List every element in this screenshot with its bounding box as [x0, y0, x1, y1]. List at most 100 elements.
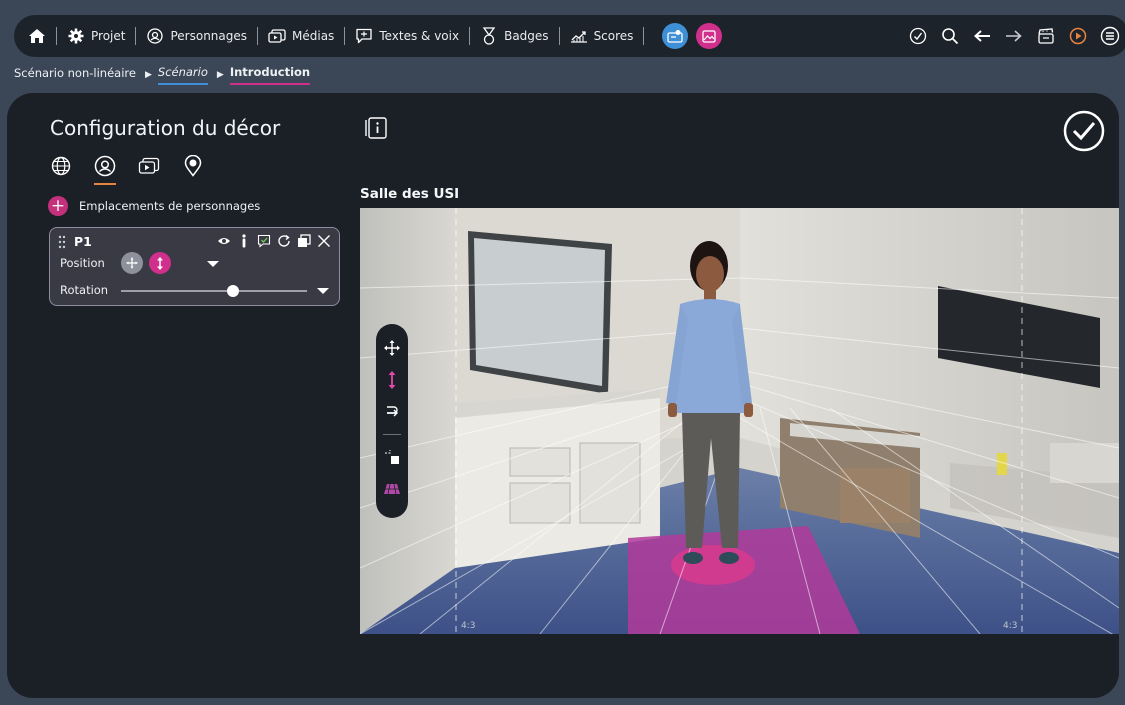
scale-icon: [385, 450, 399, 464]
nav-textes-voix-label: Textes & voix: [379, 29, 460, 43]
rotation-slider-knob[interactable]: [226, 285, 239, 297]
main-panel: Configuration du décor + Emplacements de…: [7, 93, 1119, 698]
gear-icon: [67, 27, 85, 45]
floor-icon: [384, 483, 400, 495]
position-move-button[interactable]: [121, 252, 143, 274]
rotation-dropdown-icon[interactable]: [317, 288, 329, 294]
play-icon: [1069, 27, 1087, 45]
badge-icon: [480, 27, 498, 45]
validate-button[interactable]: [907, 25, 929, 47]
toolbar-divider: [383, 434, 401, 435]
media-icon: [268, 27, 286, 45]
scale-tool-button[interactable]: [382, 447, 402, 467]
config-title: Configuration du décor: [50, 116, 281, 140]
breadcrumb-current[interactable]: Introduction: [229, 65, 311, 85]
nav-separator: [558, 27, 560, 45]
add-character-slot-label: Emplacements de personnages: [79, 199, 261, 213]
scores-icon: [570, 27, 588, 45]
tab-locations[interactable]: [182, 155, 204, 177]
search-button[interactable]: [939, 25, 961, 47]
breadcrumb-scenario[interactable]: Scénario: [157, 65, 208, 85]
transform-toolbar: [376, 324, 408, 518]
add-character-slot[interactable]: + Emplacements de personnages: [48, 196, 260, 216]
undo-button[interactable]: [971, 25, 993, 47]
menu-icon: [1100, 26, 1120, 46]
reset-button[interactable]: [277, 233, 291, 249]
nav-badges[interactable]: Badges: [480, 27, 549, 45]
config-tabs: [50, 155, 204, 185]
rotate-tool-button[interactable]: [382, 402, 402, 422]
nav-separator: [344, 27, 346, 45]
nav-textes-voix[interactable]: Textes & voix: [355, 27, 459, 45]
vertical-move-tool-button[interactable]: [382, 370, 402, 390]
right-toolbar: [907, 25, 1121, 47]
breadcrumb: Scénario non-linéaire ▶ Scénario ▶ Intro…: [14, 65, 311, 85]
nav-separator: [643, 27, 645, 45]
search-icon: [942, 28, 959, 45]
media-icon: [138, 157, 160, 174]
scene-viewport[interactable]: 4:3 4:3: [360, 208, 1119, 634]
home-icon: [28, 27, 46, 45]
rotation-slider[interactable]: [121, 285, 307, 297]
validate-slot-button[interactable]: [257, 233, 271, 249]
home-button[interactable]: [28, 27, 46, 45]
slot-tools: [217, 233, 331, 249]
drag-handle-icon[interactable]: [58, 235, 66, 249]
clapperboard-button[interactable]: [1035, 25, 1057, 47]
globe-icon: [51, 156, 71, 176]
slot-name: P1: [74, 234, 92, 249]
slot-header: P1: [58, 234, 92, 249]
speech-icon: [355, 27, 373, 45]
speech-check-icon: [257, 234, 271, 248]
scene-render: [360, 208, 1119, 634]
pose-button[interactable]: [237, 233, 251, 249]
validate-icon: [909, 27, 927, 45]
floor-tool-button[interactable]: [382, 479, 402, 499]
nav-projet-label: Projet: [91, 29, 126, 43]
nav-projet[interactable]: Projet: [67, 27, 125, 45]
info-button[interactable]: [365, 117, 387, 139]
scenario-mode-icon: [667, 30, 684, 43]
confirm-button[interactable]: [1063, 110, 1105, 152]
play-button[interactable]: [1067, 25, 1089, 47]
nav-scores-label: Scores: [593, 29, 634, 43]
character-icon: [94, 155, 116, 177]
nav-scores[interactable]: Scores: [570, 27, 634, 45]
ratio-label-left: 4:3: [461, 621, 476, 631]
tab-media[interactable]: [138, 155, 160, 177]
redo-arrow-icon: [1006, 30, 1022, 42]
scenario-mode-button[interactable]: [662, 23, 689, 49]
nav-separator: [257, 27, 259, 45]
position-label: Position: [60, 256, 105, 270]
visibility-button[interactable]: [217, 233, 231, 249]
delete-button[interactable]: [317, 233, 331, 249]
duplicate-icon: [298, 234, 311, 247]
menu-button[interactable]: [1099, 25, 1121, 47]
nav-medias-label: Médias: [292, 29, 335, 43]
check-circle-icon: [1063, 110, 1105, 152]
rotation-label: Rotation: [60, 283, 109, 297]
nav-separator: [56, 27, 57, 45]
scene-title: Salle des USI: [360, 186, 460, 202]
nav-badges-label: Badges: [504, 29, 549, 43]
info-icon: [365, 117, 387, 139]
position-vertical-button[interactable]: [149, 252, 171, 274]
tab-globe[interactable]: [50, 155, 72, 177]
breadcrumb-root[interactable]: Scénario non-linéaire: [14, 66, 136, 84]
redo-button[interactable]: [1003, 25, 1025, 47]
position-dropdown-icon[interactable]: [207, 261, 219, 267]
duplicate-button[interactable]: [297, 233, 311, 249]
character-icon: [146, 27, 164, 45]
tab-characters[interactable]: [94, 155, 116, 185]
decor-mode-button[interactable]: [696, 23, 723, 49]
move-icon: [126, 257, 138, 269]
nav-personnages[interactable]: Personnages: [146, 27, 247, 45]
nav-personnages-label: Personnages: [170, 29, 248, 43]
move-tool-button[interactable]: [382, 338, 402, 358]
location-pin-icon: [184, 155, 202, 177]
undo-arrow-icon: [974, 30, 990, 42]
nav-medias[interactable]: Médias: [268, 27, 334, 45]
character-slot-card[interactable]: P1 Position Rotation: [49, 227, 340, 306]
add-icon[interactable]: +: [48, 196, 68, 216]
clapperboard-icon: [1038, 28, 1054, 44]
